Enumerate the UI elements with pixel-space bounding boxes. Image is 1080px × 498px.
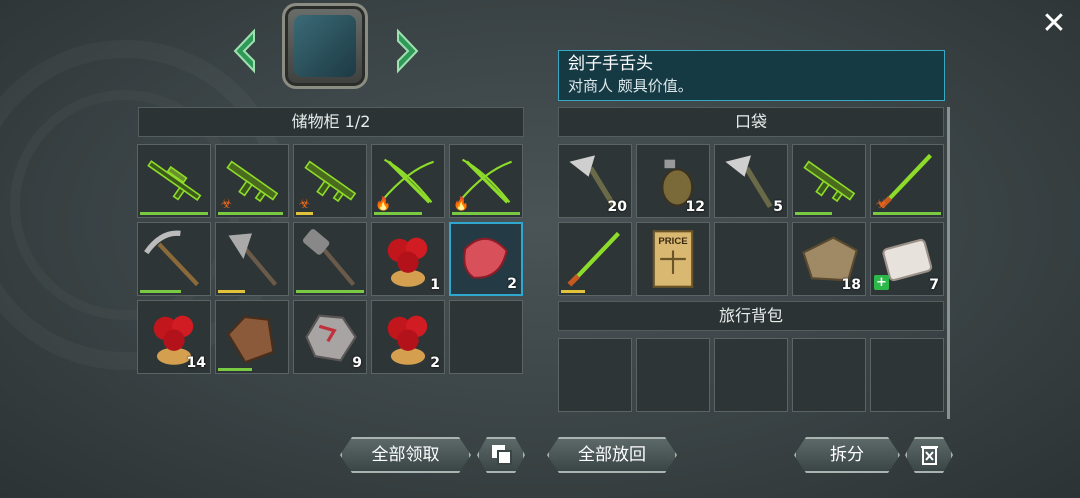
put-back-all-button[interactable]: 全部放回 [547, 437, 677, 473]
locker-slot[interactable]: ☣ [215, 144, 289, 218]
pocket-slot[interactable]: 12 [636, 144, 710, 218]
pocket-slot[interactable]: 20 [558, 144, 632, 218]
leather-armor-icon [220, 305, 284, 365]
locker-slot[interactable]: 2 [371, 300, 445, 374]
durability-bar [452, 212, 520, 215]
pocket-slot[interactable]: ☣ [870, 144, 944, 218]
pocket-slot[interactable]: 18 [792, 222, 866, 296]
durability-bar [296, 212, 313, 215]
item-count: 5 [773, 199, 783, 215]
trash-icon [921, 446, 938, 465]
assault-rifle-icon [797, 149, 861, 209]
durability-bar [140, 290, 181, 293]
item-count: 9 [352, 355, 362, 371]
locker-grid: ☣ ☣ 🔥 🔥 1 2 14 9 2 [137, 144, 523, 374]
backpack-header: 旅行背包 [558, 301, 944, 331]
pocket-grid: 20 12 5 ☣ PRICE 18 +7 [558, 144, 944, 296]
katana-icon [563, 227, 627, 287]
item-count: 2 [507, 276, 517, 292]
split-button[interactable]: 拆分 [794, 437, 900, 473]
sniper-rifle-icon [142, 149, 206, 209]
durability-bar [296, 290, 364, 293]
locker-slot[interactable] [137, 222, 211, 296]
pocket-slot[interactable]: +7 [870, 222, 944, 296]
biohazard-icon: ☣ [220, 197, 233, 212]
stack-merge-icon [492, 445, 512, 465]
locker-slot[interactable] [215, 300, 289, 374]
durability-bar [374, 212, 422, 215]
close-icon[interactable]: ✕ [1038, 8, 1070, 40]
item-count: 14 [186, 355, 206, 371]
durability-bar [561, 290, 585, 293]
discard-button[interactable] [905, 437, 953, 473]
price-document-icon: PRICE [641, 227, 705, 288]
item-count: 20 [607, 199, 627, 215]
next-container-arrow-icon[interactable] [394, 28, 422, 74]
mace-icon [298, 227, 362, 287]
item-count: 2 [430, 355, 440, 371]
item-count: 1 [430, 277, 440, 293]
locker-slot[interactable]: 🔥 [449, 144, 523, 218]
locker-slot[interactable]: 14 [137, 300, 211, 374]
backpack-slot[interactable] [792, 338, 866, 412]
backpack-slot[interactable] [714, 338, 788, 412]
pocket-slot[interactable] [792, 144, 866, 218]
locker-slot[interactable] [215, 222, 289, 296]
svg-text:PRICE: PRICE [658, 236, 688, 247]
stack-merge-button[interactable] [477, 437, 525, 473]
prev-container-arrow-icon[interactable] [230, 28, 258, 74]
durability-bar [218, 212, 283, 215]
locker-slot[interactable]: 🔥 [371, 144, 445, 218]
backpack-slot[interactable] [870, 338, 944, 412]
locker-slot[interactable] [449, 300, 523, 374]
fire-icon: 🔥 [375, 197, 392, 212]
backpack-slot[interactable] [558, 338, 632, 412]
item-count: 18 [841, 277, 861, 293]
item-description: 对商人 颇具价值。 [568, 77, 693, 95]
biohazard-icon: ☣ [875, 197, 888, 212]
item-count: 7 [929, 277, 939, 293]
fire-icon: 🔥 [453, 197, 470, 212]
locker-cabinet-icon [282, 3, 368, 89]
pocket-header: 口袋 [558, 107, 944, 137]
durability-bar [140, 212, 208, 215]
locker-slot[interactable] [137, 144, 211, 218]
biohazard-icon: ☣ [298, 197, 311, 212]
durability-bar [873, 212, 941, 215]
durability-bar [218, 290, 246, 293]
pocket-slot[interactable]: 5 [714, 144, 788, 218]
locker-slot[interactable]: 9 [293, 300, 367, 374]
backpack-slot[interactable] [636, 338, 710, 412]
pickaxe-icon [142, 227, 206, 287]
item-info-panel: 刽子手舌头 对商人 颇具价值。 [558, 50, 945, 101]
locker-slot[interactable] [293, 222, 367, 296]
locker-slot[interactable]: 2 [449, 222, 523, 296]
battle-axe-icon [220, 227, 284, 287]
locker-slot[interactable]: ☣ [293, 144, 367, 218]
item-name: 刽子手舌头 [568, 54, 653, 74]
locker-slot[interactable]: 1 [371, 222, 445, 296]
inventory-scrollbar[interactable] [947, 107, 950, 419]
durability-bar [218, 368, 252, 371]
locker-header: 储物柜 1/2 [138, 107, 524, 137]
backpack-grid [558, 338, 944, 412]
pocket-slot[interactable] [714, 222, 788, 296]
item-count: 12 [685, 199, 705, 215]
take-all-button[interactable]: 全部领取 [340, 437, 471, 473]
durability-bar [795, 212, 833, 215]
pocket-slot[interactable]: PRICE [636, 222, 710, 296]
medical-cross-icon: + [874, 275, 889, 290]
pocket-slot[interactable] [558, 222, 632, 296]
